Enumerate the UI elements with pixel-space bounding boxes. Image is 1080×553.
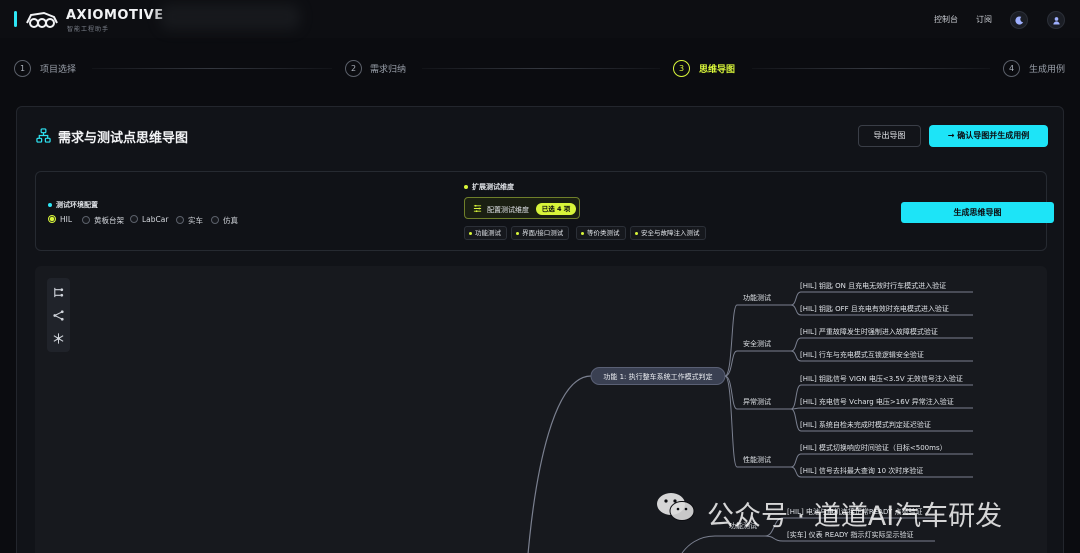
env-option-simulation[interactable]: 仿真 <box>211 215 238 226</box>
radio <box>82 216 90 224</box>
mindmap-card: 需求与测试点思维导图 导出导图 → 确认导图并生成用例 测试环境配置 HIL 黄… <box>16 106 1064 553</box>
env-option-bench[interactable]: 黄板台架 <box>82 215 124 226</box>
step-connector <box>92 68 332 69</box>
leaf-label: [HIL] 充电信号 Vcharg 电压>16V 异常注入验证 <box>800 397 954 406</box>
root-connector <box>527 375 592 553</box>
step-1-label[interactable]: 项目选择 <box>40 62 76 75</box>
branch-connector <box>724 375 791 468</box>
arrow-right-icon: → <box>947 131 958 140</box>
leaf-connector <box>790 291 973 306</box>
dimension-button-label: 配置测试维度 <box>487 206 529 214</box>
radio <box>176 216 184 224</box>
config-panel: 测试环境配置 HIL 黄板台架 LabCar 实车 仿真 扩展测试维度 配置测试… <box>35 171 1054 251</box>
branch-connector <box>724 350 791 377</box>
radio-selected <box>48 215 56 223</box>
leaf-connector <box>790 407 973 410</box>
user-button[interactable] <box>1047 11 1065 29</box>
progress-stepper: 1 项目选择 2 需求归纳 3 思维导图 4 生成用例 <box>0 52 1080 86</box>
leaf-connector <box>790 337 973 352</box>
list-settings-icon <box>473 204 482 213</box>
section-dot <box>48 203 52 207</box>
step-2-number[interactable]: 2 <box>345 60 362 77</box>
page-title: 需求与测试点思维导图 <box>58 131 189 146</box>
ext-dim-title: 扩展测试维度 <box>472 183 514 191</box>
blurred-region <box>160 4 300 30</box>
radio <box>130 215 138 223</box>
nav-subscription[interactable]: 订阅 <box>976 14 992 25</box>
leaf-label: [HIL] 钥匙信号 VIGN 电压<3.5V 无效信号注入验证 <box>800 374 963 383</box>
watermark-text: 公众号 · 道道AI汽车研发 <box>707 501 1003 532</box>
leaf-label: [HIL] 严重故障发生时强制进入故障模式验证 <box>800 327 938 336</box>
leaf-label: [HIL] 行车与充电模式互锁逻辑安全验证 <box>800 350 924 359</box>
step-4-number[interactable]: 4 <box>1003 60 1020 77</box>
logo-car-icon <box>26 11 58 28</box>
config-dimension-button[interactable]: 配置测试维度 已选 4 项 <box>464 197 580 219</box>
branch-label: 性能测试 <box>743 455 771 464</box>
branch-connector <box>681 535 765 553</box>
step-connector <box>422 68 660 69</box>
sitemap-icon <box>36 128 51 143</box>
export-mindmap-button[interactable]: 导出导图 <box>858 125 921 147</box>
leaf-label: [HIL] 钥匙 OFF 且充电有效时充电模式进入验证 <box>800 304 949 313</box>
dimension-chip[interactable]: 界面/接口测试 <box>511 226 570 240</box>
generate-mindmap-button[interactable]: 生成思维导图 <box>901 202 1054 223</box>
step-3-number[interactable]: 3 <box>673 60 690 77</box>
user-icon <box>1053 17 1060 25</box>
branch-label: 功能测试 <box>743 293 771 302</box>
confirm-generate-button[interactable]: → 确认导图并生成用例 <box>929 125 1048 147</box>
wechat-icon <box>657 493 695 521</box>
nav-console[interactable]: 控制台 <box>934 14 958 25</box>
branch-label: 安全测试 <box>743 339 771 348</box>
env-option-labcar[interactable]: LabCar <box>130 215 168 224</box>
selected-count-badge: 已选 4 项 <box>536 203 576 215</box>
env-option-vehicle[interactable]: 实车 <box>176 215 203 226</box>
section-dot <box>464 185 468 189</box>
watermark: 公众号 · 道道AI汽车研发 <box>655 490 1055 532</box>
dimension-chip[interactable]: 功能测试 <box>464 226 507 240</box>
leaf-label: [HIL] 信号去抖最大查询 10 次时序验证 <box>800 466 923 475</box>
theme-toggle-button[interactable] <box>1010 11 1028 29</box>
step-1-number[interactable]: 1 <box>14 60 31 77</box>
step-2-label[interactable]: 需求归纳 <box>370 62 406 75</box>
top-header: AXIOMOTIVE 智能工程助手 控制台 订阅 <box>0 0 1080 38</box>
radio <box>211 216 219 224</box>
leaf-connector <box>790 453 973 468</box>
env-option-hil[interactable]: HIL <box>48 215 72 224</box>
logo-accent-bar <box>14 11 17 27</box>
brand-subtitle: 智能工程助手 <box>67 26 110 33</box>
dimension-chip[interactable]: 安全与故障注入测试 <box>630 226 706 240</box>
leaf-label: [HIL] 系统自检未完成时模式判定延迟验证 <box>800 420 931 429</box>
step-connector <box>752 68 990 69</box>
leaf-label: [HIL] 模式切换响应时间验证（目标<500ms） <box>800 443 947 452</box>
step-3-label[interactable]: 思维导图 <box>699 62 735 75</box>
root-node-label: 功能 1: 执行整车系统工作模式判定 <box>603 372 712 381</box>
moon-icon <box>1015 16 1024 25</box>
env-config-title: 测试环境配置 <box>56 201 98 209</box>
leaf-label: [HIL] 钥匙 ON 且充电无效时行车模式进入验证 <box>800 281 946 290</box>
branch-label: 异常测试 <box>743 397 771 406</box>
confirm-label: 确认导图并生成用例 <box>957 131 1030 140</box>
step-4-label[interactable]: 生成用例 <box>1029 62 1065 75</box>
dimension-chip[interactable]: 等价类测试 <box>576 226 626 240</box>
brand-name: AXIOMOTIVE <box>66 8 164 23</box>
